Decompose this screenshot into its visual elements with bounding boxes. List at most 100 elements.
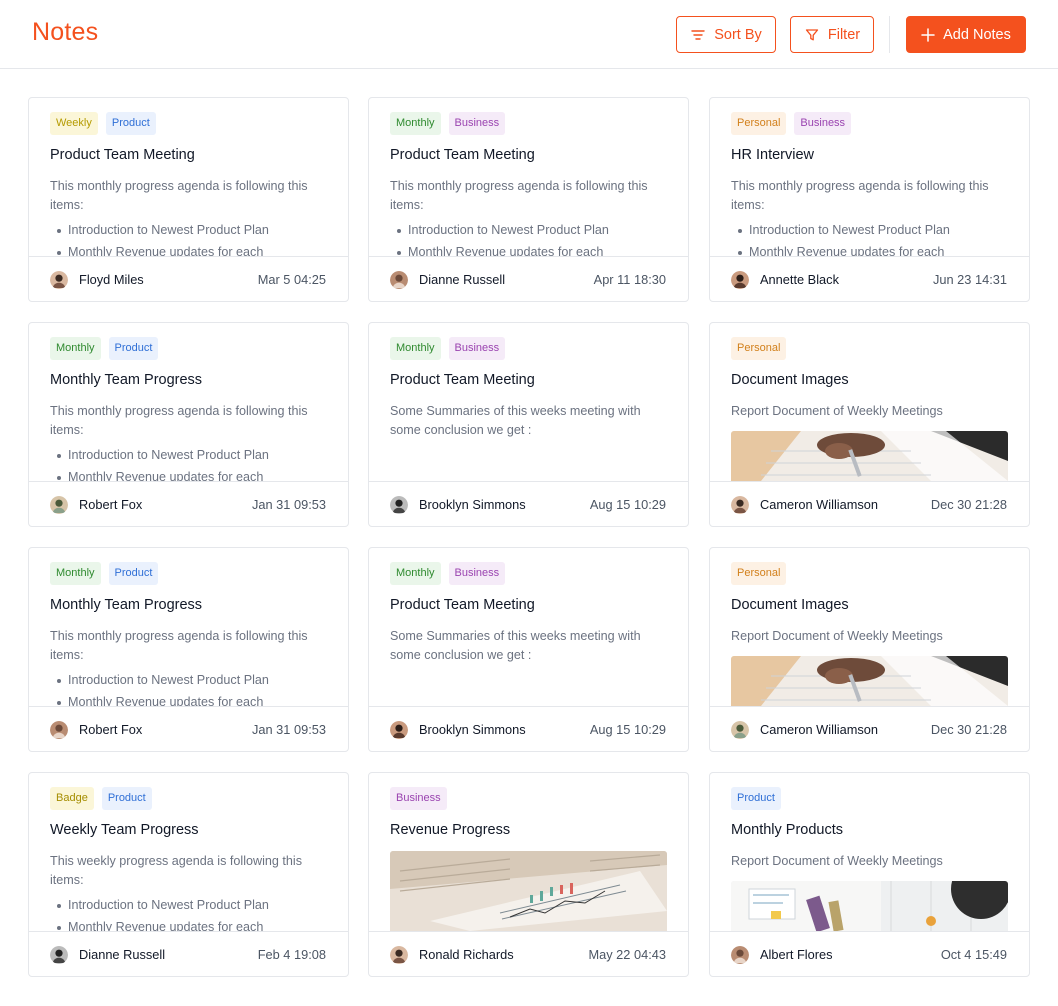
card-footer: Annette Black Jun 23 14:31 (710, 256, 1029, 301)
avatar (50, 271, 68, 289)
tag-badge[interactable]: Business (448, 337, 506, 360)
tag-badge[interactable]: Badge (50, 787, 94, 810)
sort-by-button[interactable]: Sort By (676, 16, 776, 53)
author-name[interactable]: Dianne Russell (79, 947, 165, 962)
note-date: Mar 5 04:25 (257, 272, 326, 287)
tag-badge[interactable]: Monthly (390, 562, 441, 585)
tag-badge[interactable]: Business (390, 787, 447, 810)
tag-badge[interactable]: Personal (731, 337, 787, 360)
card-title: Monthly Team Progress (50, 597, 203, 613)
tag-badge[interactable]: Product (108, 337, 159, 360)
card-footer: Ronald Richards May 22 04:43 (369, 931, 688, 976)
filter-button[interactable]: Filter (790, 16, 874, 53)
note-card[interactable]: Badge Product Weekly Team Progress This wee… (28, 772, 349, 977)
card-title: Document Images (731, 597, 849, 613)
card-footer: Dianne Russell Feb 4 19:08 (29, 931, 348, 976)
card-footer: Floyd Miles Mar 5 04:25 (29, 256, 348, 301)
sort-by-label: Sort By (714, 26, 762, 43)
card-footer: Albert Flores Oct 4 15:49 (710, 931, 1029, 976)
avatar (731, 496, 749, 514)
note-date: May 22 04:43 (588, 947, 666, 962)
card-title: Product Team Meeting (390, 147, 535, 163)
card-text: This monthly progress agenda is followin… (731, 179, 989, 212)
note-card[interactable]: Personal Business HR Interview This monthly… (709, 97, 1030, 302)
card-tags: Monthly Product (50, 562, 159, 585)
tag-badge[interactable]: Personal (731, 562, 787, 585)
note-card[interactable]: Personal Document Images Report Document o… (709, 322, 1030, 527)
card-tags: Product (731, 787, 781, 810)
tag-badge[interactable]: Business (448, 112, 506, 135)
tag-badge[interactable]: Product (108, 562, 159, 585)
note-card[interactable]: Monthly Business Product Team Meeting Some … (368, 322, 689, 527)
note-card[interactable]: Product Monthly Products Report Document o… (709, 772, 1030, 977)
tag-badge[interactable]: Monthly (390, 112, 441, 135)
card-footer: Robert Fox Jan 31 09:53 (29, 481, 348, 526)
note-card[interactable]: Monthly Business Product Team Meeting Some … (368, 547, 689, 752)
card-list: Introduction to Newest Product Plan Month… (390, 219, 672, 257)
filter-icon (805, 28, 819, 40)
card-text: This monthly progress agenda is followin… (390, 179, 648, 212)
list-item: Introduction to Newest Product Plan (390, 219, 672, 241)
note-date: Feb 4 19:08 (257, 947, 326, 962)
card-image (731, 656, 1008, 706)
avatar (390, 496, 408, 514)
author-name[interactable]: Albert Flores (760, 947, 833, 962)
page-header: Notes Sort By Filter Add Notes (0, 0, 1058, 69)
avatar (50, 496, 68, 514)
list-item: Introduction to Newest Product Plan (50, 219, 332, 241)
author-name[interactable]: Cameron Williamson (760, 497, 878, 512)
add-notes-label: Add Notes (943, 26, 1011, 43)
author-name[interactable]: Robert Fox (79, 497, 142, 512)
filter-label: Filter (827, 26, 861, 43)
tag-badge[interactable]: Monthly (50, 562, 101, 585)
note-date: Dec 30 21:28 (930, 497, 1007, 512)
list-item: Monthly Revenue updates for each (50, 691, 332, 707)
card-tags: Monthly Business (390, 337, 506, 360)
note-card[interactable]: Monthly Business Product Team Meeting This … (368, 97, 689, 302)
card-list: Introduction to Newest Product Plan Month… (50, 669, 332, 707)
card-title: Revenue Progress (390, 822, 511, 838)
card-text: This monthly progress agenda is followin… (50, 629, 308, 662)
card-text: Report Document of Weekly Meetings (731, 854, 943, 868)
card-body: This monthly progress agenda is followin… (50, 177, 332, 257)
note-card[interactable]: Personal Document Images Report Document o… (709, 547, 1030, 752)
tag-badge[interactable]: Personal (731, 112, 787, 135)
card-title: Product Team Meeting (50, 147, 195, 163)
list-item: Introduction to Newest Product Plan (50, 444, 332, 466)
card-footer: Cameron Williamson Dec 30 21:28 (710, 706, 1029, 751)
card-text: Some Summaries of this weeks meeting wit… (390, 404, 641, 437)
author-name[interactable]: Floyd Miles (79, 272, 144, 287)
tag-badge[interactable]: Product (105, 112, 156, 135)
author-name[interactable]: Brooklyn Simmons (419, 497, 526, 512)
list-item: Monthly Revenue updates for each (50, 466, 332, 482)
card-tags: Badge Product (50, 787, 152, 810)
card-text: This weekly progress agenda is following… (50, 854, 302, 887)
tag-badge[interactable]: Business (794, 112, 852, 135)
note-card[interactable]: Monthly Product Monthly Team Progress This … (28, 322, 349, 527)
card-text: This monthly progress agenda is followin… (50, 179, 308, 212)
tag-badge[interactable]: Product (731, 787, 781, 810)
add-notes-button[interactable]: Add Notes (906, 16, 1026, 53)
card-tags: Weekly Product (50, 112, 156, 135)
avatar (731, 721, 749, 739)
card-title: Product Team Meeting (390, 372, 535, 388)
note-card[interactable]: Business Revenue Progress Ronald Richards M… (368, 772, 689, 977)
card-footer: Robert Fox Jan 31 09:53 (29, 706, 348, 751)
author-name[interactable]: Ronald Richards (419, 947, 514, 962)
note-card[interactable]: Weekly Product Product Team Meeting This mo… (28, 97, 349, 302)
author-name[interactable]: Cameron Williamson (760, 722, 878, 737)
note-card[interactable]: Monthly Product Monthly Team Progress This … (28, 547, 349, 752)
tag-badge[interactable]: Monthly (50, 337, 101, 360)
card-image (390, 851, 667, 931)
author-name[interactable]: Robert Fox (79, 722, 142, 737)
tag-badge[interactable]: Business (448, 562, 506, 585)
tag-badge[interactable]: Weekly (50, 112, 98, 135)
tag-badge[interactable]: Monthly (390, 337, 441, 360)
tag-badge[interactable]: Product (101, 787, 152, 810)
card-tags: Business (390, 787, 447, 810)
card-list: Introduction to Newest Product Plan Month… (50, 894, 332, 932)
author-name[interactable]: Annette Black (760, 272, 839, 287)
author-name[interactable]: Brooklyn Simmons (419, 722, 526, 737)
author-name[interactable]: Dianne Russell (419, 272, 505, 287)
card-body: This monthly progress agenda is followin… (50, 402, 332, 482)
